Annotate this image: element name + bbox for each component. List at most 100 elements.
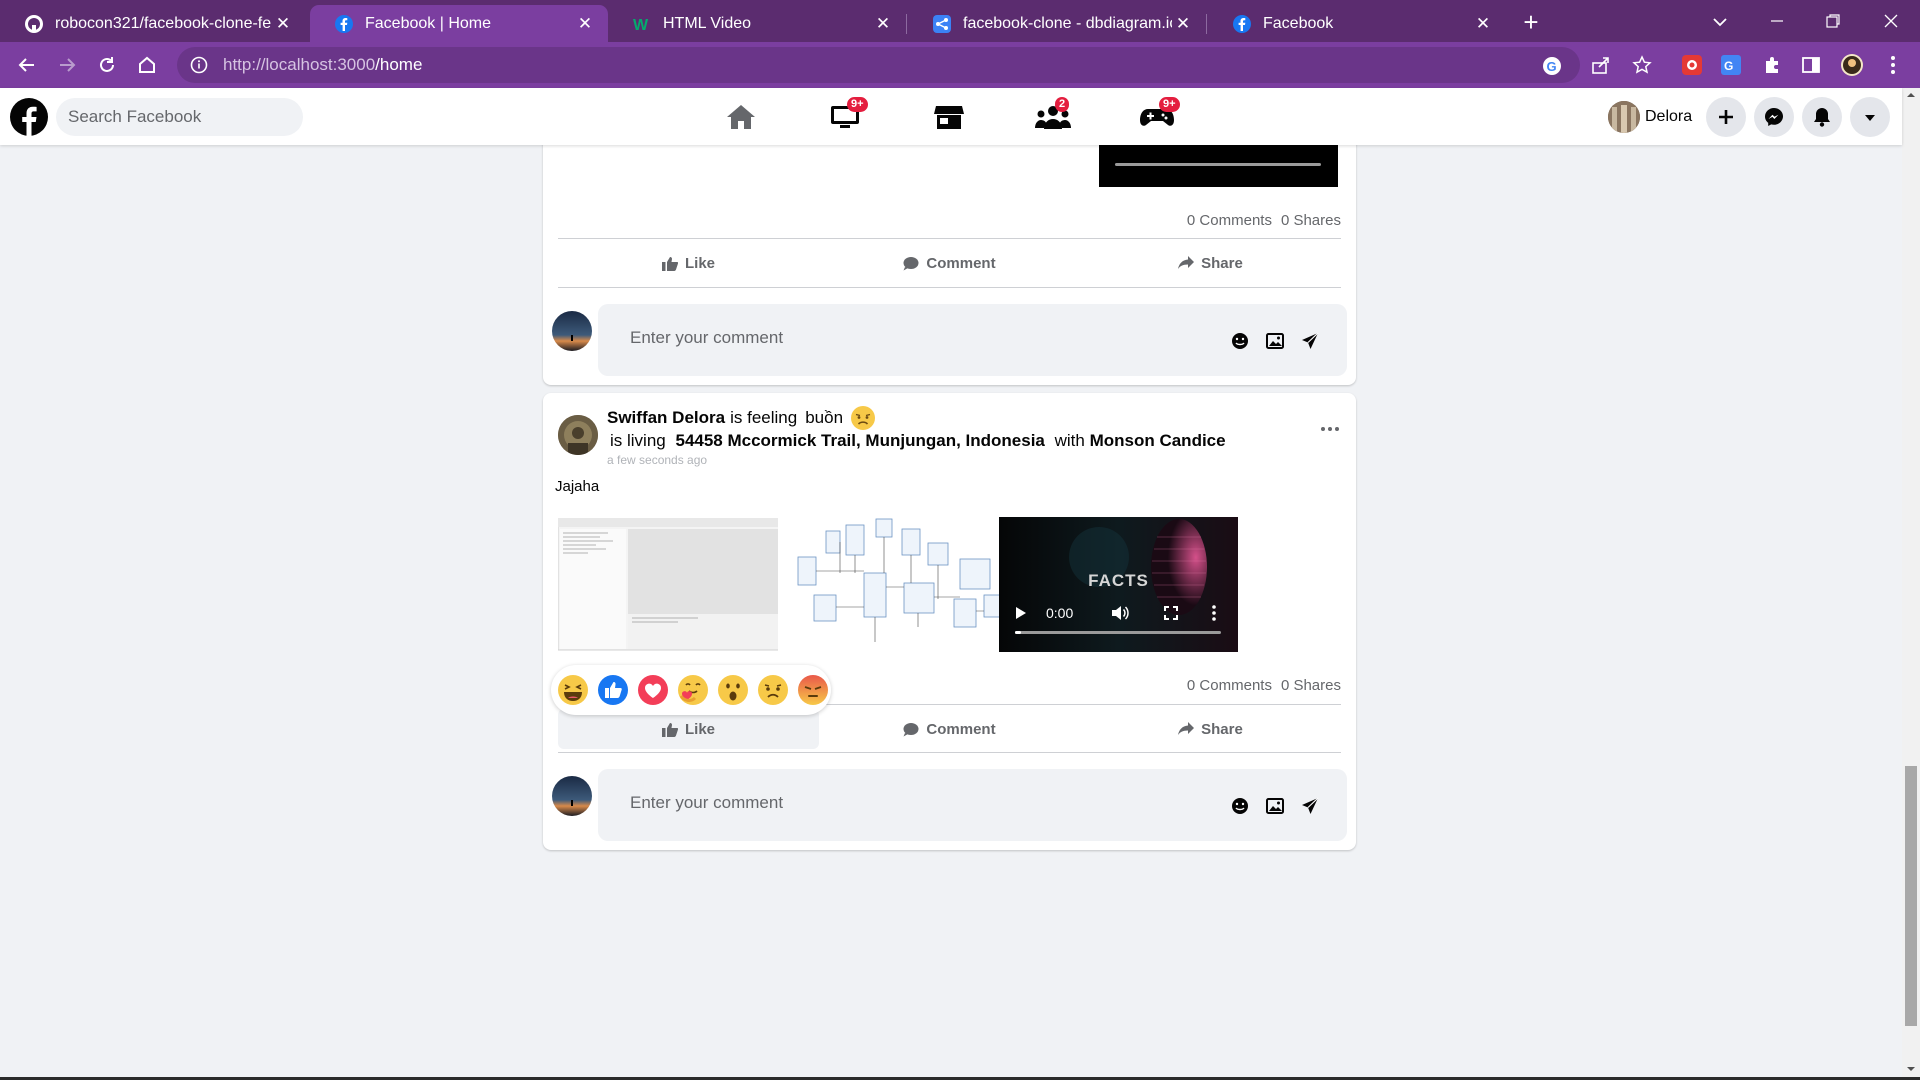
tab-facebook-home[interactable]: Facebook | Home ✕ <box>310 5 608 42</box>
profile-avatar-icon[interactable] <box>1840 53 1864 77</box>
watch-badge: 9+ <box>847 97 868 112</box>
post-image-screenshot[interactable] <box>558 517 797 652</box>
shares-count[interactable]: 0 Shares <box>1281 677 1341 694</box>
tab-facebook[interactable]: Facebook ✕ <box>1208 5 1506 42</box>
share-label: Share <box>1201 720 1243 738</box>
play-icon[interactable] <box>1015 606 1027 625</box>
emoji-icon[interactable] <box>1230 796 1250 816</box>
post-video[interactable]: FACTS 0:00 <box>999 517 1238 652</box>
avatar[interactable] <box>552 311 592 351</box>
send-icon[interactable] <box>1300 331 1320 351</box>
tab-github[interactable]: robocon321/facebook-clone-fe ✕ <box>0 5 306 42</box>
close-icon[interactable]: ✕ <box>272 13 294 35</box>
avatar[interactable] <box>558 415 598 455</box>
extensions-puzzle-icon[interactable] <box>1760 53 1784 77</box>
account-menu-button[interactable] <box>1850 97 1890 137</box>
notifications-button[interactable] <box>1802 97 1842 137</box>
comments-count[interactable]: 0 Comments <box>1187 677 1272 694</box>
scroll-down-icon[interactable] <box>1906 1066 1916 1072</box>
info-icon[interactable] <box>189 55 209 75</box>
search-input[interactable] <box>56 98 303 136</box>
angry-reaction-icon[interactable] <box>797 674 829 706</box>
tab-search-button[interactable] <box>1706 8 1734 36</box>
home-button[interactable] <box>131 49 163 81</box>
tab-dbdiagram[interactable]: facebook-clone - dbdiagram.io ✕ <box>908 5 1206 42</box>
scroll-up-icon[interactable] <box>1906 92 1916 98</box>
close-window-button[interactable] <box>1862 0 1920 42</box>
image-icon[interactable] <box>1265 796 1285 816</box>
sad-reaction-icon[interactable] <box>757 674 789 706</box>
create-button[interactable] <box>1706 97 1746 137</box>
share-button[interactable]: Share <box>1080 709 1341 749</box>
nav-groups[interactable]: 2 <box>1023 97 1083 132</box>
facebook-logo-icon[interactable] <box>9 97 49 137</box>
nav-watch[interactable]: 9+ <box>815 97 875 132</box>
video-progress-bar[interactable] <box>1015 631 1221 635</box>
video-controls: 0:00 <box>999 596 1238 652</box>
like-label: Like <box>684 254 715 272</box>
address-bar[interactable]: http://localhost:3000/home G <box>177 47 1580 83</box>
tab-title: robocon321/facebook-clone-fe <box>55 14 272 32</box>
new-tab-button[interactable]: + <box>1517 7 1545 37</box>
profile-button[interactable]: Delora <box>1608 99 1692 135</box>
side-panel-icon[interactable] <box>1799 53 1823 77</box>
fullscreen-icon[interactable] <box>1164 606 1178 625</box>
haha-reaction-icon[interactable] <box>557 674 589 706</box>
github-icon <box>24 14 44 34</box>
comment-composer <box>552 304 1347 378</box>
scrollbar-thumb[interactable] <box>1905 766 1917 1026</box>
close-icon[interactable]: ✕ <box>872 13 894 35</box>
messenger-button[interactable] <box>1754 97 1794 137</box>
post-actions: Like Comment Share <box>558 243 1341 283</box>
wow-reaction-icon[interactable] <box>717 674 749 706</box>
page-scrollbar[interactable] <box>1902 88 1920 1080</box>
comments-count[interactable]: 0 Comments <box>1187 212 1272 229</box>
google-icon[interactable]: G <box>1541 55 1563 77</box>
star-icon[interactable] <box>1630 53 1654 77</box>
share-button[interactable]: Share <box>1080 243 1341 283</box>
tab-title: HTML Video <box>663 14 752 32</box>
avatar[interactable] <box>552 776 592 816</box>
video-more-icon[interactable] <box>1212 605 1216 626</box>
close-icon[interactable]: ✕ <box>1172 13 1194 35</box>
emoji-icon[interactable] <box>1230 331 1250 351</box>
forward-button[interactable] <box>51 49 83 81</box>
tab-html-video[interactable]: W HTML Video ✕ <box>608 5 906 42</box>
post-location-line: is living 54458 Mccormick Trail, Munjung… <box>610 431 1226 451</box>
like-button[interactable]: Like <box>558 709 819 749</box>
care-reaction-icon[interactable] <box>677 674 709 706</box>
reload-button[interactable] <box>91 49 123 81</box>
marketplace-icon <box>934 106 964 129</box>
like-button[interactable]: Like <box>558 243 819 283</box>
tagged-user[interactable]: Monson Candice <box>1090 431 1226 450</box>
post-image-diagram[interactable] <box>778 517 1017 652</box>
share-icon[interactable] <box>1589 53 1613 77</box>
back-button[interactable] <box>11 49 43 81</box>
shares-count[interactable]: 0 Shares <box>1281 212 1341 229</box>
image-icon[interactable] <box>1265 331 1285 351</box>
comment-button[interactable]: Comment <box>819 709 1080 749</box>
comment-button[interactable]: Comment <box>819 243 1080 283</box>
extension-red-icon[interactable] <box>1680 53 1704 77</box>
like-reaction-icon[interactable] <box>597 674 629 706</box>
timestamp[interactable]: a few seconds ago <box>607 453 707 467</box>
nav-home[interactable] <box>711 102 771 132</box>
nav-marketplace[interactable] <box>919 102 979 132</box>
nav-gaming[interactable]: 9+ <box>1127 97 1187 132</box>
menu-kebab-icon[interactable] <box>1881 53 1905 77</box>
close-icon[interactable]: ✕ <box>1472 13 1494 35</box>
love-reaction-icon[interactable] <box>637 674 669 706</box>
author-name[interactable]: Swiffan Delora <box>607 408 725 428</box>
restore-button[interactable] <box>1804 0 1862 42</box>
facebook-icon <box>334 14 354 34</box>
volume-icon[interactable] <box>1111 605 1129 626</box>
thumbs-up-icon <box>661 256 678 271</box>
location-link[interactable]: 54458 Mccormick Trail, Munjungan, Indone… <box>675 431 1044 450</box>
more-options-icon[interactable] <box>1318 423 1342 435</box>
translate-icon[interactable]: G <box>1719 53 1743 77</box>
send-icon[interactable] <box>1300 796 1320 816</box>
comment-input[interactable] <box>630 328 1190 348</box>
close-icon[interactable]: ✕ <box>574 13 596 35</box>
minimize-button[interactable] <box>1748 0 1806 42</box>
comment-input[interactable] <box>630 793 1190 813</box>
